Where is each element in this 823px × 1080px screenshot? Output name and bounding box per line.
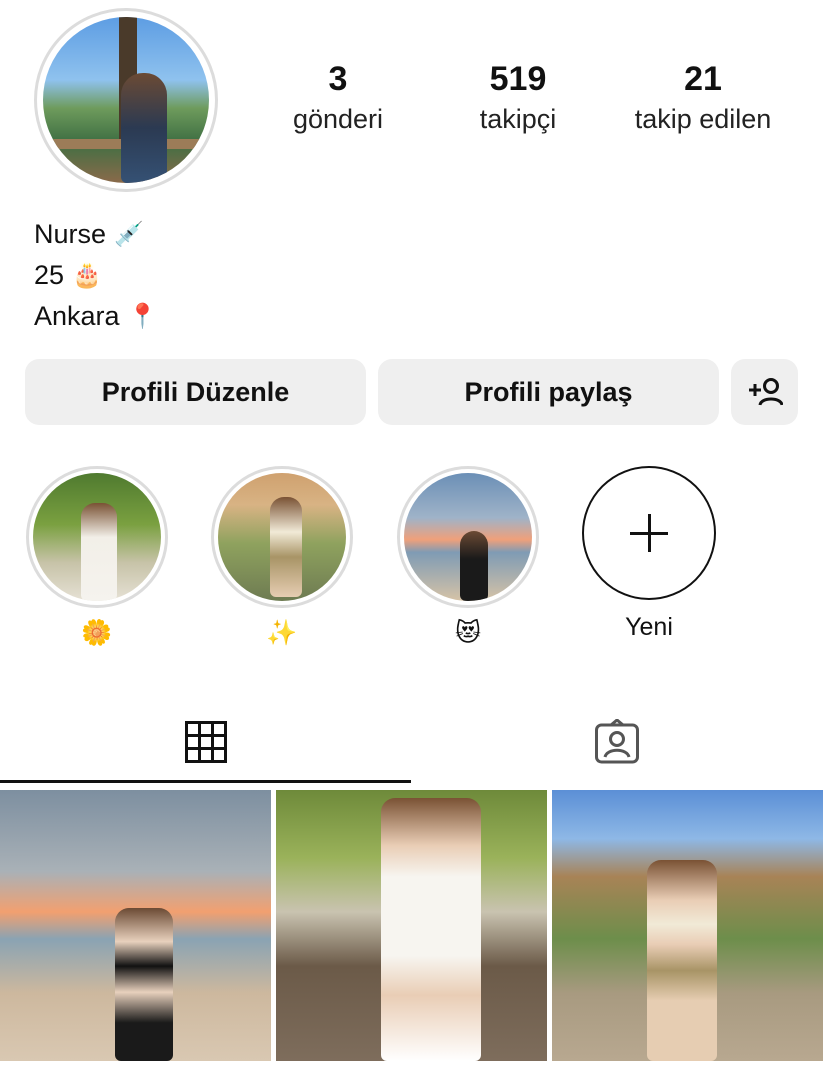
share-profile-button[interactable]: Profili paylaş — [378, 359, 719, 425]
stat-posts[interactable]: 3 gönderi — [268, 58, 408, 136]
location-pin-icon: 📍 — [127, 302, 158, 330]
stat-followers[interactable]: 519 takipçi — [448, 58, 588, 136]
highlight-label: ✨ — [266, 618, 298, 647]
new-highlight-label: Yeni — [625, 613, 673, 641]
highlight-item[interactable]: 🌼 — [26, 466, 168, 648]
posts-label: gönderi — [292, 104, 384, 134]
bio-line: Nurse 💉 — [34, 214, 157, 255]
tab-posts-grid[interactable] — [0, 700, 411, 784]
post-thumbnail[interactable] — [0, 790, 271, 1061]
discover-people-button[interactable] — [731, 359, 798, 425]
tab-tagged[interactable] — [411, 700, 822, 784]
highlight-item[interactable]: ✨ — [211, 466, 353, 648]
stat-following[interactable]: 21 takip edilen — [618, 58, 788, 136]
post-thumbnail[interactable] — [276, 790, 547, 1061]
bio-text: 25 — [34, 260, 65, 290]
bio-text: Ankara — [34, 301, 120, 331]
highlight-item[interactable]: 😻 — [397, 466, 539, 648]
edit-profile-button[interactable]: Profili Düzenle — [25, 359, 366, 425]
following-label: takip edilen — [634, 104, 772, 134]
highlight-cover — [218, 473, 346, 601]
profile-stats: 3 gönderi 519 takipçi 21 takip edilen — [258, 58, 798, 148]
followers-label: takipçi — [479, 104, 557, 134]
highlight-label: 🌼 — [81, 618, 113, 647]
highlight-label: 😻 — [454, 618, 482, 647]
post-thumbnail[interactable] — [552, 790, 823, 1061]
tagged-icon — [594, 719, 639, 764]
active-tab-indicator — [0, 780, 411, 783]
followers-count: 519 — [489, 60, 547, 98]
syringe-icon: 💉 — [114, 220, 144, 248]
posts-count: 3 — [328, 60, 348, 98]
bio-line: 25 🎂 — [34, 255, 157, 296]
grid-icon — [184, 721, 227, 763]
bio-line: Ankara 📍 — [34, 296, 157, 337]
avatar-photo — [43, 17, 209, 183]
profile-bio: Nurse 💉 25 🎂 Ankara 📍 — [34, 214, 157, 337]
highlight-cover — [33, 473, 161, 601]
bio-text: Nurse — [34, 219, 107, 249]
new-highlight-button[interactable]: Yeni — [578, 466, 720, 642]
add-person-icon — [748, 378, 783, 406]
following-count: 21 — [684, 60, 722, 98]
birthday-cake-icon: 🎂 — [72, 261, 102, 289]
highlight-cover — [404, 473, 532, 601]
profile-avatar[interactable] — [34, 8, 218, 192]
